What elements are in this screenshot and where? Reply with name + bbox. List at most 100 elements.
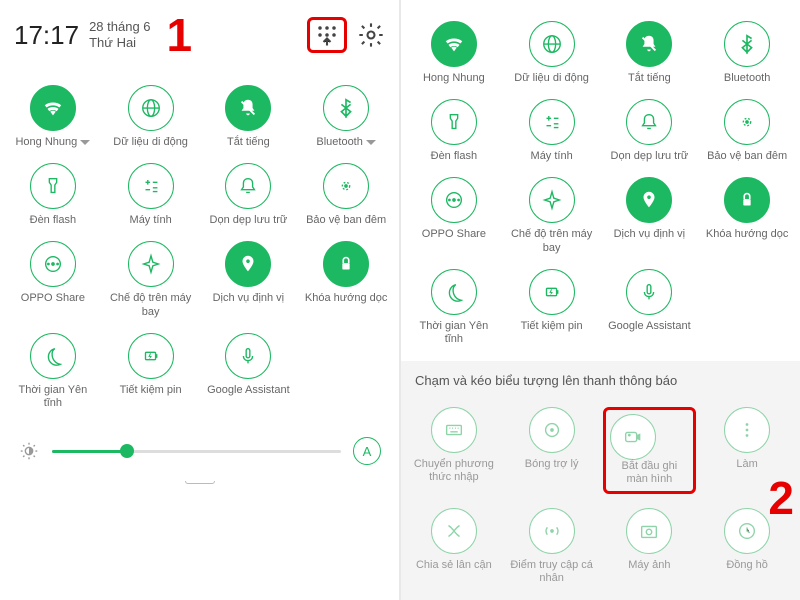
tile-label: Máy tính [531,150,573,163]
record-icon[interactable] [610,414,656,460]
quick-tile[interactable]: Thời gian Yên tĩnh [405,262,503,353]
auto-brightness-toggle[interactable]: A [353,437,381,465]
mic-icon[interactable] [225,333,271,379]
bell-icon[interactable] [626,99,672,145]
battery-icon[interactable] [128,333,174,379]
keyboard-icon[interactable] [431,407,477,453]
quick-tile[interactable]: Tắt tiếng [200,78,298,156]
quick-tile[interactable]: OPPO Share [4,234,102,325]
quick-tile[interactable]: Đèn flash [4,156,102,234]
wifi-icon[interactable] [30,85,76,131]
globe-icon[interactable] [128,85,174,131]
wifi-icon[interactable] [431,21,477,67]
share-icon[interactable] [30,241,76,287]
quick-tile[interactable]: Chế độ trên máy bay [102,234,200,325]
lock-icon[interactable] [323,241,369,287]
camera-icon[interactable] [626,508,672,554]
bell-icon[interactable] [225,163,271,209]
tile-label: Đèn flash [431,150,477,163]
quick-tile[interactable]: Dịch vụ định vị [200,234,298,325]
bluetooth-icon[interactable] [323,85,369,131]
flashlight-icon[interactable] [30,163,76,209]
hotspot-icon[interactable] [529,508,575,554]
quick-tile[interactable]: Hong Nhung [4,78,102,156]
quick-tile[interactable]: Dịch vụ định vị [601,170,699,261]
status-bar: 17:17 28 tháng 6 Thứ Hai 1 [0,0,399,70]
battery-icon[interactable] [529,269,575,315]
bell-off-icon[interactable] [225,85,271,131]
slider-track[interactable] [52,450,341,453]
quick-tile[interactable]: Bảo vệ ban đêm [297,156,395,234]
brightness-slider[interactable]: A [0,425,399,477]
quick-tile[interactable]: Thời gian Yên tĩnh [4,326,102,417]
moon-icon[interactable] [431,269,477,315]
globe-icon[interactable] [529,21,575,67]
moon-icon[interactable] [30,333,76,379]
quick-tile[interactable]: Chế độ trên máy bay [503,170,601,261]
left-panel: 17:17 28 tháng 6 Thứ Hai 1 Hong NhungDữ … [0,0,399,600]
quick-tile[interactable]: Chia sẻ lân cận [405,501,503,592]
location-icon[interactable] [626,177,672,223]
clock-time: 17:17 [14,20,79,51]
annotation-2: 2 [768,471,794,525]
date: 28 tháng 6 Thứ Hai [89,19,150,50]
tile-label: Bluetooth [316,136,375,149]
quick-tile[interactable]: Google Assistant [200,326,298,417]
quick-tile[interactable]: Máy tính [102,156,200,234]
quick-tile[interactable]: Chuyển phương thức nhập [405,400,503,500]
night-icon[interactable] [323,163,369,209]
quick-tile[interactable]: Hong Nhung [405,14,503,92]
quick-tile[interactable]: Tiết kiệm pin [102,326,200,417]
tile-label: Máy ảnh [628,559,670,572]
quick-tile[interactable]: Bóng trợ lý [503,400,601,500]
quick-tile[interactable]: Bảo vệ ban đêm [698,92,796,170]
drag-handle[interactable] [185,481,215,484]
quick-tile[interactable]: Bắt đầu ghi màn hình [601,400,699,500]
quick-tile[interactable]: Đèn flash [405,92,503,170]
clock-icon[interactable] [724,508,770,554]
bluetooth-icon[interactable] [724,21,770,67]
night-icon[interactable] [724,99,770,145]
tile-label: Khóa hướng dọc [305,292,387,305]
quick-tile[interactable]: Máy ảnh [601,501,699,592]
quick-tile[interactable]: Điểm truy cập cá nhân [503,501,601,592]
quick-tile[interactable]: Google Assistant [601,262,699,353]
brightness-icon [18,440,40,462]
quick-tile[interactable]: Khóa hướng dọc [297,234,395,325]
mic-icon[interactable] [626,269,672,315]
available-tiles-section: Chuyển phương thức nhậpBóng trợ lýBắt đầ… [401,396,800,600]
calc-icon[interactable] [128,163,174,209]
quick-tile[interactable]: Bluetooth [698,14,796,92]
highlight-tile: Bắt đầu ghi màn hình [603,407,697,493]
quick-tile[interactable]: Bluetooth [297,78,395,156]
dna-icon[interactable] [431,508,477,554]
gear-icon[interactable] [357,21,385,49]
quick-tile[interactable]: Tiết kiệm pin [503,262,601,353]
quick-tile[interactable]: Dọn dẹp lưu trữ [200,156,298,234]
tile-label: Tắt tiếng [227,136,270,149]
tile-label: Dịch vụ định vị [213,292,285,305]
quick-tile[interactable]: Dữ liệu di động [503,14,601,92]
tile-label: Chế độ trên máy bay [509,228,595,254]
bell-off-icon[interactable] [626,21,672,67]
plane-icon[interactable] [128,241,174,287]
quick-tile[interactable]: Tắt tiếng [601,14,699,92]
quick-tile[interactable]: Dữ liệu di động [102,78,200,156]
tile-label: Máy tính [130,214,172,227]
edit-tiles-icon[interactable] [313,21,341,49]
location-icon[interactable] [225,241,271,287]
quick-tile[interactable]: OPPO Share [405,170,503,261]
tile-label: Bluetooth [724,72,770,85]
quick-tile[interactable]: Khóa hướng dọc [698,170,796,261]
flashlight-icon[interactable] [431,99,477,145]
dots-icon[interactable] [724,407,770,453]
target-icon[interactable] [529,407,575,453]
quick-tile[interactable]: Dọn dẹp lưu trữ [601,92,699,170]
lock-icon[interactable] [724,177,770,223]
quick-tile[interactable]: Máy tính [503,92,601,170]
tile-label: Chuyển phương thức nhập [411,458,497,484]
tile-label: Chia sẻ lân cận [416,559,492,572]
share-icon[interactable] [431,177,477,223]
calc-icon[interactable] [529,99,575,145]
plane-icon[interactable] [529,177,575,223]
